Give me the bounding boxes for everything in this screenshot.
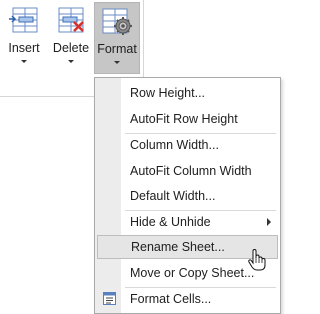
menu-item-label: Column Width...: [130, 138, 219, 152]
menu-item-default-width[interactable]: Default Width...: [96, 184, 279, 208]
menu-item-hide-unhide[interactable]: Hide & Unhide: [96, 210, 279, 234]
delete-dropdown-arrow-icon: [68, 60, 74, 63]
menu-item-label: AutoFit Row Height: [130, 112, 238, 126]
delete-label: Delete: [52, 41, 90, 55]
menu-item-label: Rename Sheet...: [131, 240, 225, 254]
menu-item-label: Default Width...: [130, 189, 216, 203]
format-dropdown-arrow-icon: [114, 61, 120, 64]
menu-item-label: Move or Copy Sheet...: [130, 266, 255, 280]
hand-pointer-cursor-icon: [248, 248, 266, 271]
menu-item-autofit-column-width[interactable]: AutoFit Column Width: [96, 159, 279, 183]
menu-item-autofit-row-height[interactable]: AutoFit Row Height: [96, 107, 279, 131]
format-cells-icon: [103, 292, 116, 305]
delete-cells-icon: [54, 5, 88, 35]
menu-item-column-width[interactable]: Column Width...: [96, 133, 279, 157]
format-dropdown-menu: Row Height... AutoFit Row Height Column …: [94, 77, 281, 314]
format-button[interactable]: Format: [94, 2, 140, 74]
format-cells-gear-icon: [100, 6, 134, 36]
insert-cells-icon: [7, 5, 41, 35]
insert-dropdown-arrow-icon: [21, 60, 27, 63]
format-label: Format: [97, 42, 137, 56]
menu-item-format-cells[interactable]: Format Cells...: [96, 287, 279, 311]
menu-item-label: AutoFit Column Width: [130, 164, 252, 178]
menu-item-row-height[interactable]: Row Height...: [96, 81, 279, 105]
submenu-arrow-icon: [267, 218, 271, 226]
delete-button[interactable]: Delete: [49, 0, 93, 76]
menu-item-label: Row Height...: [130, 86, 206, 100]
insert-button[interactable]: Insert: [2, 0, 46, 76]
insert-label: Insert: [8, 41, 40, 55]
menu-item-label: Hide & Unhide: [130, 215, 211, 229]
menu-item-label: Format Cells...: [130, 292, 212, 306]
